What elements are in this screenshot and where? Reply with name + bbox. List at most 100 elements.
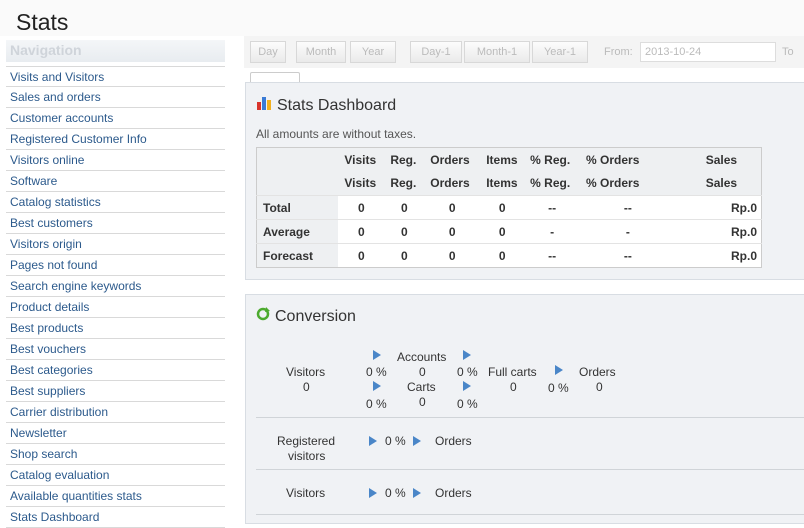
day-button[interactable]: Day — [250, 41, 286, 63]
arrow-right-icon — [413, 488, 421, 498]
arrow-right-icon — [373, 381, 381, 391]
table-row: Average 0 0 0 0 - - Rp.0 — [256, 219, 762, 244]
visitors-row-label: Visitors — [286, 486, 326, 500]
col-header: Items — [480, 147, 525, 172]
nav-item[interactable]: Shop search — [6, 444, 225, 465]
nav-item[interactable]: Catalog statistics — [6, 192, 225, 213]
cell: 0 — [424, 219, 481, 244]
cell: 0 — [338, 219, 385, 244]
nav-item[interactable]: Carrier distribution — [6, 402, 225, 423]
year-minus-1-button[interactable]: Year-1 — [532, 41, 588, 63]
refresh-icon — [256, 307, 270, 326]
row-label: Total — [256, 195, 339, 220]
registered-pct: 0 % — [385, 434, 406, 448]
cell: Rp.0 — [675, 219, 762, 244]
arrow-right-icon — [555, 365, 563, 375]
day-minus-1-button[interactable]: Day-1 — [410, 41, 462, 63]
divider — [256, 514, 804, 515]
nav-item[interactable]: Visitors online — [6, 150, 225, 171]
conversion-title: Conversion — [256, 307, 356, 326]
col-header: Items — [480, 171, 525, 196]
divider — [256, 469, 804, 470]
nav-list: Visits and Visitors Sales and orders Cus… — [6, 66, 225, 528]
month-button[interactable]: Month — [296, 41, 346, 63]
funnel-accounts-value: 0 — [419, 365, 426, 379]
conversion-panel: Conversion Visitors 0 0 % 0 % Accounts 0… — [245, 294, 804, 524]
arrow-right-icon — [463, 350, 471, 360]
nav-item[interactable]: Customer accounts — [6, 108, 225, 129]
arrow-right-icon — [463, 381, 471, 391]
pct-visitors-carts: 0 % — [366, 397, 387, 411]
pct-fullcarts-orders: 0 % — [548, 381, 569, 395]
tab-stub[interactable] — [250, 72, 300, 82]
nav-item[interactable]: Newsletter — [6, 423, 225, 444]
row-label: Forecast — [256, 243, 339, 268]
funnel-orders-value: 0 — [596, 380, 603, 394]
nav-item[interactable]: Visitors origin — [6, 234, 225, 255]
arrow-right-icon — [413, 436, 421, 446]
cell: 0 — [384, 195, 425, 220]
nav-item[interactable]: Best products — [6, 318, 225, 339]
nav-item[interactable]: Best suppliers — [6, 381, 225, 402]
cell: 0 — [480, 243, 525, 268]
table-header-row: Visits Reg. Orders Items % Reg. % Orders… — [256, 171, 762, 196]
cell: 0 — [338, 243, 385, 268]
visitors-pct: 0 % — [385, 486, 406, 500]
table-row: Forecast 0 0 0 0 -- -- Rp.0 — [256, 243, 762, 268]
funnel-visitors-label: Visitors — [286, 365, 326, 379]
funnel-carts-label: Carts — [407, 380, 436, 394]
col-header: Visits — [338, 147, 385, 172]
arrow-right-icon — [369, 488, 377, 498]
nav-item[interactable]: Product details — [6, 297, 225, 318]
registered-visitors-label-line2: visitors — [288, 449, 326, 463]
col-header: Reg. — [384, 171, 425, 196]
nav-item[interactable]: Catalog evaluation — [6, 465, 225, 486]
nav-item[interactable]: Search engine keywords — [6, 276, 225, 297]
cell: Rp.0 — [675, 195, 762, 220]
arrow-right-icon — [369, 436, 377, 446]
dashboard-title: Stats Dashboard — [256, 95, 396, 116]
from-date-input[interactable]: 2013-10-24 — [640, 42, 776, 62]
cell: -- — [524, 195, 581, 220]
to-label: To — [782, 46, 794, 58]
visitors-orders-label: Orders — [435, 486, 472, 500]
month-minus-1-button[interactable]: Month-1 — [464, 41, 530, 63]
cell: Rp.0 — [675, 243, 762, 268]
col-header: Visits — [338, 171, 385, 196]
col-header: % Orders — [580, 171, 676, 196]
conversion-title-text: Conversion — [275, 307, 356, 325]
funnel-carts-value: 0 — [419, 395, 426, 409]
main-content: Day Month Year Day-1 Month-1 Year-1 From… — [244, 36, 804, 524]
cell: 0 — [424, 243, 481, 268]
funnel-visitors-value: 0 — [303, 380, 310, 394]
nav-item[interactable]: Sales and orders — [6, 87, 225, 108]
col-header: % Reg. — [524, 147, 581, 172]
nav-item[interactable]: Best customers — [6, 213, 225, 234]
from-label: From: — [604, 46, 633, 58]
nav-item[interactable]: Visits and Visitors — [6, 66, 225, 87]
nav-item[interactable]: Pages not found — [6, 255, 225, 276]
year-button[interactable]: Year — [350, 41, 396, 63]
cell: 0 — [338, 195, 385, 220]
tax-note: All amounts are without taxes. — [256, 127, 417, 141]
cell: 0 — [384, 243, 425, 268]
registered-orders-label: Orders — [435, 434, 472, 448]
bar-chart-icon — [256, 95, 272, 116]
col-header: Reg. — [384, 147, 425, 172]
col-header: Orders — [424, 147, 481, 172]
nav-item[interactable]: Available quantities stats — [6, 486, 225, 507]
table-header-row: Visits Reg. Orders Items % Reg. % Orders… — [256, 147, 762, 172]
nav-item[interactable]: Best vouchers — [6, 339, 225, 360]
dashboard-title-text: Stats Dashboard — [277, 96, 397, 114]
row-label: Average — [256, 219, 339, 244]
nav-item[interactable]: Best categories — [6, 360, 225, 381]
nav-item[interactable]: Software — [6, 171, 225, 192]
date-toolbar: Day Month Year Day-1 Month-1 Year-1 From… — [244, 36, 804, 68]
nav-item[interactable]: Stats Dashboard — [6, 507, 225, 528]
col-header: % Reg. — [524, 171, 581, 196]
stats-table: Visits Reg. Orders Items % Reg. % Orders… — [256, 147, 762, 268]
arrow-right-icon — [373, 350, 381, 360]
table-row: Total 0 0 0 0 -- -- Rp.0 — [256, 195, 762, 220]
nav-item[interactable]: Registered Customer Info — [6, 129, 225, 150]
funnel-fullcarts-label: Full carts — [488, 365, 537, 379]
